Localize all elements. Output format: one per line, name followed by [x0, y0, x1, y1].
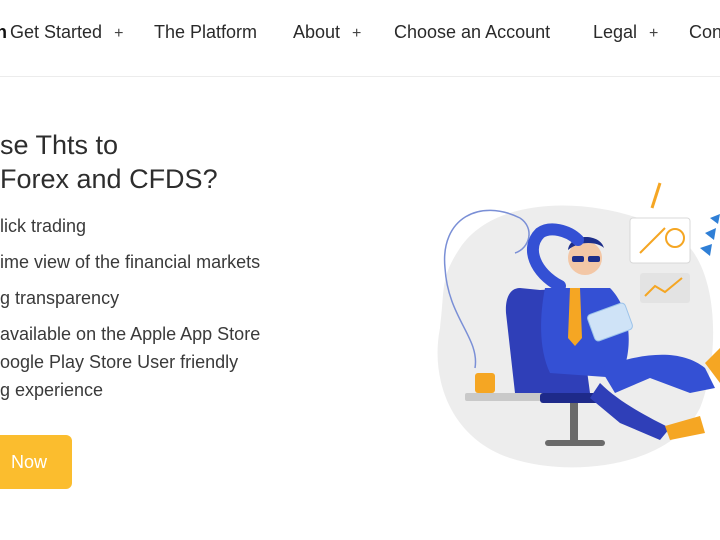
nav-item-label: Con [689, 22, 720, 42]
nav-item-the-platform[interactable]: The Platform [154, 22, 257, 43]
nav-item-legal[interactable]: Legal + [593, 22, 658, 43]
feature-item: oogle Play Store User friendly [0, 352, 239, 372]
cta-button[interactable]: Now [0, 435, 72, 489]
plus-icon: + [114, 25, 124, 42]
nav-item-about[interactable]: About + [293, 22, 361, 43]
feature-item: ime view of the financial markets [0, 252, 261, 272]
feature-item: g transparency [0, 288, 120, 308]
hero-heading-line-2: Forex and CFDS? [0, 164, 218, 194]
nav-item-label: About [293, 22, 341, 42]
nav-item-choose-account[interactable]: Choose an Account [394, 22, 550, 43]
trader-illustration [437, 182, 720, 468]
cta-button-label: Now [10, 452, 47, 472]
nav-item-label: The Platform [154, 22, 258, 42]
feature-item: g experience [0, 380, 104, 400]
plus-icon: + [649, 25, 659, 42]
plus-icon: + [352, 25, 362, 42]
nav-item-label: Legal [593, 22, 638, 42]
feature-item: available on the Apple App Store [0, 324, 261, 344]
nav-item-label: Get Started [10, 22, 103, 42]
nav-item-label: Choose an Account [394, 22, 551, 42]
hero-heading-line-1: se Thts to [0, 130, 119, 160]
nav-item-contact[interactable]: Con [689, 22, 720, 43]
hero-heading: se Thts to Forex and CFDS? [0, 128, 218, 196]
nav-item-get-started[interactable]: Get Started + [10, 22, 123, 43]
logo[interactable]: n [0, 22, 7, 43]
top-navigation: n Get Started + The Platform About + Choos… [0, 0, 720, 77]
feature-item: lick trading [0, 216, 87, 236]
